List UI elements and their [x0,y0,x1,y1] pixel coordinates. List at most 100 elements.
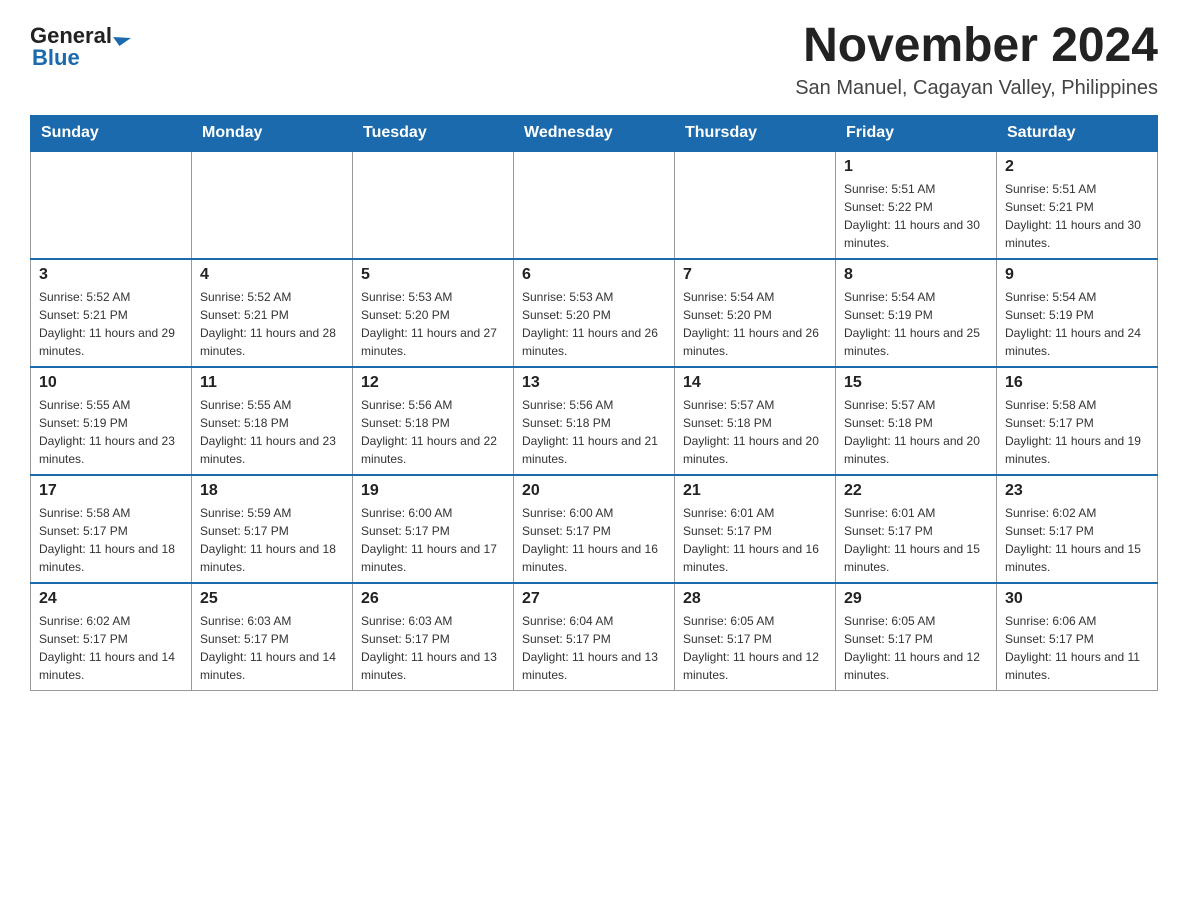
day-info: Sunrise: 6:03 AM Sunset: 5:17 PM Dayligh… [200,612,344,684]
day-number: 20 [522,482,666,500]
day-info: Sunrise: 6:06 AM Sunset: 5:17 PM Dayligh… [1005,612,1149,684]
day-number: 22 [844,482,988,500]
calendar-week-row: 24 Sunrise: 6:02 AM Sunset: 5:17 PM Dayli… [31,583,1158,691]
calendar-day-header: Saturday [997,115,1158,151]
day-info: Sunrise: 5:54 AM Sunset: 5:19 PM Dayligh… [1005,288,1149,360]
calendar-day-cell: 30 Sunrise: 6:06 AM Sunset: 5:17 PM Dayli… [997,583,1158,691]
calendar-day-cell: 25 Sunrise: 6:03 AM Sunset: 5:17 PM Dayli… [192,583,353,691]
calendar-day-cell: 27 Sunrise: 6:04 AM Sunset: 5:17 PM Dayli… [514,583,675,691]
day-info: Sunrise: 5:51 AM Sunset: 5:21 PM Dayligh… [1005,180,1149,252]
day-number: 26 [361,590,505,608]
day-number: 15 [844,374,988,392]
calendar-table: SundayMondayTuesdayWednesdayThursdayFrid… [30,115,1158,691]
calendar-day-cell: 22 Sunrise: 6:01 AM Sunset: 5:17 PM Dayli… [836,475,997,583]
day-info: Sunrise: 6:00 AM Sunset: 5:17 PM Dayligh… [522,504,666,576]
calendar-day-cell: 9 Sunrise: 5:54 AM Sunset: 5:19 PM Daylig… [997,259,1158,367]
page-subtitle: San Manuel, Cagayan Valley, Philippines [795,77,1158,100]
day-info: Sunrise: 5:57 AM Sunset: 5:18 PM Dayligh… [683,396,827,468]
calendar-day-cell: 17Sunrise: 5:58 AM Sunset: 5:17 PM Dayli… [31,475,192,583]
calendar-day-cell: 29Sunrise: 6:05 AM Sunset: 5:17 PM Dayli… [836,583,997,691]
day-number: 4 [200,266,344,284]
calendar-day-cell [192,151,353,259]
calendar-day-header: Friday [836,115,997,151]
calendar-day-cell: 16 Sunrise: 5:58 AM Sunset: 5:17 PM Dayli… [997,367,1158,475]
title-block: November 2024 San Manuel, Cagayan Valley… [795,20,1158,100]
day-info: Sunrise: 5:58 AM Sunset: 5:17 PM Dayligh… [1005,396,1149,468]
logo-general: General [30,25,112,47]
calendar-day-cell: 26Sunrise: 6:03 AM Sunset: 5:17 PM Dayli… [353,583,514,691]
calendar-day-cell: 19 Sunrise: 6:00 AM Sunset: 5:17 PM Dayli… [353,475,514,583]
calendar-day-cell: 23 Sunrise: 6:02 AM Sunset: 5:17 PM Dayli… [997,475,1158,583]
day-number: 9 [1005,266,1149,284]
day-number: 7 [683,266,827,284]
calendar-day-header: Tuesday [353,115,514,151]
day-number: 28 [683,590,827,608]
day-number: 23 [1005,482,1149,500]
day-number: 17 [39,482,183,500]
day-number: 11 [200,374,344,392]
calendar-day-cell: 6 Sunrise: 5:53 AM Sunset: 5:20 PM Daylig… [514,259,675,367]
day-number: 14 [683,374,827,392]
day-info: Sunrise: 6:01 AM Sunset: 5:17 PM Dayligh… [844,504,988,576]
calendar-day-cell: 18Sunrise: 5:59 AM Sunset: 5:17 PM Dayli… [192,475,353,583]
day-info: Sunrise: 6:02 AM Sunset: 5:17 PM Dayligh… [39,612,183,684]
day-info: Sunrise: 6:01 AM Sunset: 5:17 PM Dayligh… [683,504,827,576]
day-number: 1 [844,158,988,176]
page-header: General Blue November 2024 San Manuel, C… [30,20,1158,100]
day-info: Sunrise: 6:05 AM Sunset: 5:17 PM Dayligh… [844,612,988,684]
day-info: Sunrise: 5:53 AM Sunset: 5:20 PM Dayligh… [522,288,666,360]
calendar-day-cell [514,151,675,259]
day-info: Sunrise: 5:56 AM Sunset: 5:18 PM Dayligh… [522,396,666,468]
day-info: Sunrise: 5:56 AM Sunset: 5:18 PM Dayligh… [361,396,505,468]
calendar-week-row: 17Sunrise: 5:58 AM Sunset: 5:17 PM Dayli… [31,475,1158,583]
page-title: November 2024 [795,20,1158,73]
calendar-day-cell: 4 Sunrise: 5:52 AM Sunset: 5:21 PM Daylig… [192,259,353,367]
day-info: Sunrise: 5:55 AM Sunset: 5:19 PM Dayligh… [39,396,183,468]
day-number: 2 [1005,158,1149,176]
day-number: 10 [39,374,183,392]
logo-blue: Blue [30,45,80,70]
calendar-day-cell: 1 Sunrise: 5:51 AM Sunset: 5:22 PM Daylig… [836,151,997,259]
day-number: 8 [844,266,988,284]
day-info: Sunrise: 6:04 AM Sunset: 5:17 PM Dayligh… [522,612,666,684]
day-number: 5 [361,266,505,284]
calendar-day-cell [31,151,192,259]
calendar-day-cell: 20 Sunrise: 6:00 AM Sunset: 5:17 PM Dayli… [514,475,675,583]
day-info: Sunrise: 6:00 AM Sunset: 5:17 PM Dayligh… [361,504,505,576]
calendar-week-row: 3 Sunrise: 5:52 AM Sunset: 5:21 PM Daylig… [31,259,1158,367]
day-info: Sunrise: 6:02 AM Sunset: 5:17 PM Dayligh… [1005,504,1149,576]
day-info: Sunrise: 5:55 AM Sunset: 5:18 PM Dayligh… [200,396,344,468]
day-number: 18 [200,482,344,500]
calendar-day-cell: 11 Sunrise: 5:55 AM Sunset: 5:18 PM Dayli… [192,367,353,475]
day-number: 6 [522,266,666,284]
day-number: 27 [522,590,666,608]
calendar-day-header: Wednesday [514,115,675,151]
calendar-header-row: SundayMondayTuesdayWednesdayThursdayFrid… [31,115,1158,151]
calendar-day-cell: 24 Sunrise: 6:02 AM Sunset: 5:17 PM Dayli… [31,583,192,691]
calendar-day-cell [675,151,836,259]
calendar-day-header: Thursday [675,115,836,151]
calendar-day-cell: 3 Sunrise: 5:52 AM Sunset: 5:21 PM Daylig… [31,259,192,367]
calendar-week-row: 1 Sunrise: 5:51 AM Sunset: 5:22 PM Daylig… [31,151,1158,259]
day-number: 16 [1005,374,1149,392]
calendar-day-cell: 14 Sunrise: 5:57 AM Sunset: 5:18 PM Dayli… [675,367,836,475]
calendar-day-cell: 2 Sunrise: 5:51 AM Sunset: 5:21 PM Daylig… [997,151,1158,259]
day-number: 21 [683,482,827,500]
day-number: 25 [200,590,344,608]
day-info: Sunrise: 5:52 AM Sunset: 5:21 PM Dayligh… [200,288,344,360]
day-number: 3 [39,266,183,284]
day-info: Sunrise: 5:52 AM Sunset: 5:21 PM Dayligh… [39,288,183,360]
calendar-day-cell: 15Sunrise: 5:57 AM Sunset: 5:18 PM Dayli… [836,367,997,475]
calendar-day-cell: 7 Sunrise: 5:54 AM Sunset: 5:20 PM Daylig… [675,259,836,367]
calendar-day-cell: 21 Sunrise: 6:01 AM Sunset: 5:17 PM Dayli… [675,475,836,583]
day-number: 24 [39,590,183,608]
calendar-day-header: Monday [192,115,353,151]
day-info: Sunrise: 5:53 AM Sunset: 5:20 PM Dayligh… [361,288,505,360]
calendar-week-row: 10 Sunrise: 5:55 AM Sunset: 5:19 PM Dayli… [31,367,1158,475]
day-info: Sunrise: 5:54 AM Sunset: 5:20 PM Dayligh… [683,288,827,360]
calendar-day-cell: 8Sunrise: 5:54 AM Sunset: 5:19 PM Daylig… [836,259,997,367]
day-info: Sunrise: 5:51 AM Sunset: 5:22 PM Dayligh… [844,180,988,252]
day-number: 30 [1005,590,1149,608]
calendar-day-cell: 13Sunrise: 5:56 AM Sunset: 5:18 PM Dayli… [514,367,675,475]
day-number: 19 [361,482,505,500]
